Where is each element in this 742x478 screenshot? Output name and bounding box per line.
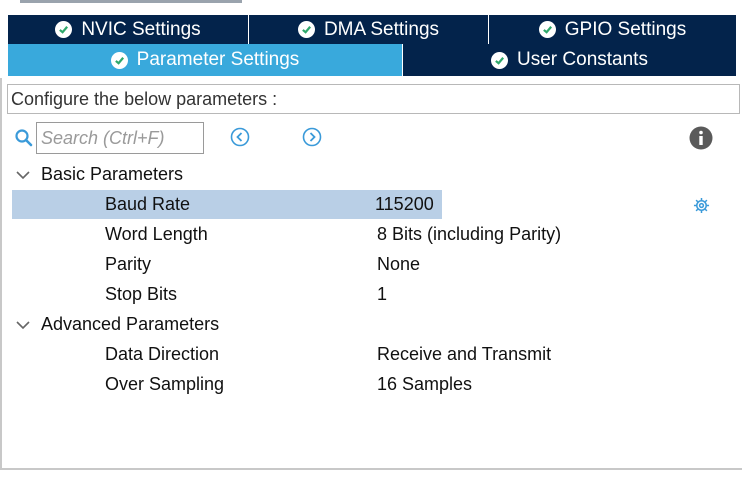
tab-label: GPIO Settings <box>564 18 687 40</box>
param-name: Parity <box>105 254 152 274</box>
param-value[interactable]: Receive and Transmit <box>377 344 551 365</box>
tab-user-constants[interactable]: User Constants <box>403 44 736 76</box>
chevron-down-icon <box>16 170 30 179</box>
tab-parameter-settings[interactable]: Parameter Settings <box>8 44 403 76</box>
group-label: Basic Parameters <box>41 164 184 184</box>
info-icon[interactable] <box>689 126 713 150</box>
param-row-word-length[interactable]: Word Length 8 Bits (including Parity) <box>12 220 740 249</box>
param-row-data-direction[interactable]: Data Direction Receive and Transmit <box>12 340 740 369</box>
tab-label: NVIC Settings <box>81 18 201 40</box>
tab-label: Parameter Settings <box>136 49 300 70</box>
param-name: Baud Rate <box>105 194 191 214</box>
check-circle-icon <box>297 21 315 38</box>
top-scroll-indicator <box>20 0 242 3</box>
param-row-over-sampling[interactable]: Over Sampling 16 Samples <box>12 370 740 399</box>
group-label: Advanced Parameters <box>41 314 220 334</box>
gear-icon[interactable] <box>693 197 710 214</box>
check-circle-icon <box>110 51 128 69</box>
param-name: Stop Bits <box>105 284 178 304</box>
param-value[interactable]: 16 Samples <box>377 374 472 395</box>
configure-label: Configure the below parameters : <box>7 84 740 114</box>
param-value[interactable]: 1 <box>377 284 387 305</box>
chevron-left-icon[interactable] <box>230 127 250 147</box>
search-input[interactable] <box>36 122 204 154</box>
check-circle-icon <box>538 21 556 38</box>
param-name: Word Length <box>105 224 208 244</box>
param-name: Over Sampling <box>105 374 225 394</box>
tab-gpio-settings[interactable]: GPIO Settings <box>489 15 736 44</box>
search-icon <box>15 129 33 147</box>
search-bar <box>14 122 204 154</box>
group-advanced-parameters[interactable]: Advanced Parameters <box>15 314 219 335</box>
param-name: Data Direction <box>105 344 220 364</box>
param-row-parity[interactable]: Parity None <box>12 250 740 279</box>
chevron-down-icon <box>16 320 30 329</box>
chevron-right-icon[interactable] <box>302 127 322 147</box>
tab-label: User Constants <box>517 49 648 70</box>
selection-highlight <box>12 190 374 219</box>
group-basic-parameters[interactable]: Basic Parameters <box>15 164 183 185</box>
param-row-stop-bits[interactable]: Stop Bits 1 <box>12 280 740 309</box>
tabs-row-2: Parameter Settings User Constants <box>8 44 736 76</box>
check-circle-icon <box>491 51 509 69</box>
tab-label: DMA Settings <box>323 18 440 40</box>
param-value[interactable]: 115200 <box>375 194 434 215</box>
param-row-baud-rate[interactable]: Baud Rate 115200 <box>12 190 740 219</box>
tabs-row-1: NVIC Settings DMA Settings GPIO Settings <box>8 15 736 44</box>
param-value[interactable]: 8 Bits (including Parity) <box>377 224 561 245</box>
check-circle-icon <box>55 21 73 38</box>
param-value[interactable]: None <box>377 254 420 275</box>
tab-nvic-settings[interactable]: NVIC Settings <box>8 15 249 44</box>
tab-dma-settings[interactable]: DMA Settings <box>249 15 489 44</box>
